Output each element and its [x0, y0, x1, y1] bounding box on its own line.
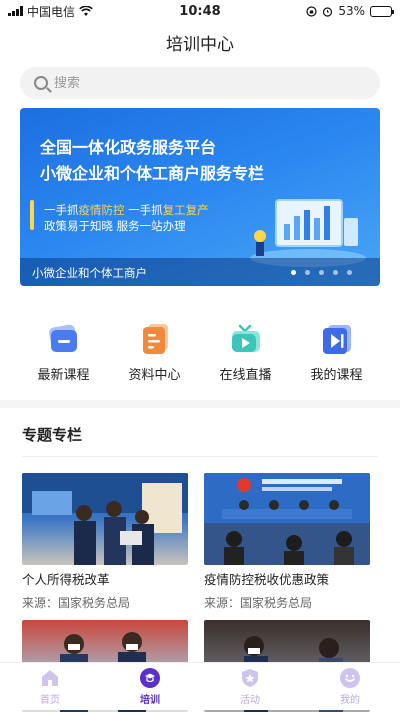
- topic-card-image: [204, 473, 370, 565]
- search-input[interactable]: [54, 76, 354, 91]
- quick-item-label: 最新课程: [37, 364, 89, 383]
- section-underline: [22, 456, 378, 457]
- banner-title-line1: 全国一体化政务服务平台: [40, 134, 216, 158]
- carousel-dot[interactable]: [347, 270, 352, 275]
- status-right: 53%: [306, 4, 392, 18]
- carousel-dot[interactable]: [305, 270, 310, 275]
- activity-icon: [239, 667, 261, 689]
- topic-card-title: 疫情防控税收优惠政策: [204, 569, 370, 588]
- banner-slogan-highlight1: 疫情防控: [79, 203, 125, 217]
- bottom-tab-bar: 首页 培训 活动 我的: [0, 662, 400, 710]
- status-bar: 中国电信 10:48 53%: [0, 0, 400, 22]
- tab-activity[interactable]: 活动: [210, 667, 290, 706]
- tab-training[interactable]: 培训: [110, 667, 190, 706]
- topic-card-source: 来源：国家税务总局: [204, 594, 370, 611]
- page-title: 培训中心: [0, 30, 400, 55]
- battery-percent: 53%: [338, 4, 365, 18]
- orientation-lock-icon: [306, 6, 317, 17]
- banner-slogan-highlight2: 复工复产: [163, 203, 209, 217]
- topic-card-source: 来源：国家税务总局: [22, 594, 188, 611]
- quick-item-my-course[interactable]: 我的课程: [297, 322, 377, 383]
- live-tv-icon: [229, 322, 263, 356]
- carousel-dot[interactable]: [291, 270, 296, 275]
- document-center-icon: [138, 322, 172, 356]
- carousel-dot[interactable]: [333, 270, 338, 275]
- banner-title-line2: 小微企业和个体工商户服务专栏: [40, 160, 264, 184]
- promo-banner[interactable]: 全国一体化政务服务平台 小微企业和个体工商户服务专栏 一手抓疫情防控 一手抓复工…: [20, 108, 380, 286]
- tab-label: 活动: [240, 691, 260, 706]
- carousel-dot[interactable]: [319, 270, 324, 275]
- section-title: 专题专栏: [22, 424, 82, 445]
- banner-illustration: [238, 188, 368, 268]
- topic-card-title: 个人所得税改革: [22, 569, 188, 588]
- quick-item-live-stream[interactable]: 在线直播: [206, 322, 286, 383]
- quick-item-latest-course[interactable]: 最新课程: [24, 322, 104, 383]
- alarm-icon: [322, 6, 333, 17]
- topic-card[interactable]: 疫情防控税收优惠政策 来源：国家税务总局: [204, 473, 370, 611]
- banner-slogan-part1: 一手抓: [44, 203, 79, 217]
- quick-menu: 最新课程 资料中心 在线直播 我的课程: [0, 322, 400, 383]
- quick-item-document-center[interactable]: 资料中心: [115, 322, 195, 383]
- battery-icon: [370, 6, 392, 17]
- banner-slogan-part2: 一手抓: [125, 203, 163, 217]
- latest-course-icon: [47, 322, 81, 356]
- home-icon: [39, 667, 61, 689]
- training-icon: [139, 667, 161, 689]
- tab-profile[interactable]: 我的: [310, 667, 390, 706]
- quick-item-label: 我的课程: [310, 364, 362, 383]
- quick-item-label: 资料中心: [128, 364, 180, 383]
- search-bar[interactable]: [20, 67, 380, 99]
- tab-home[interactable]: 首页: [10, 667, 90, 706]
- carousel-dots[interactable]: [291, 270, 352, 275]
- quick-item-label: 在线直播: [219, 364, 271, 383]
- tab-label: 首页: [40, 691, 60, 706]
- profile-icon: [339, 667, 361, 689]
- search-icon: [34, 76, 48, 90]
- my-course-icon: [320, 322, 354, 356]
- tab-label: 培训: [140, 691, 160, 706]
- topic-card[interactable]: 个人所得税改革 来源：国家税务总局: [22, 473, 188, 611]
- tab-label: 我的: [340, 691, 360, 706]
- banner-subslogan: 政策易于知晓 服务一站办理: [44, 218, 186, 234]
- banner-accent-bar: [30, 200, 34, 230]
- topic-card-image: [22, 473, 188, 565]
- section-divider: [0, 400, 400, 408]
- banner-slogan: 一手抓疫情防控 一手抓复工复产: [44, 202, 209, 218]
